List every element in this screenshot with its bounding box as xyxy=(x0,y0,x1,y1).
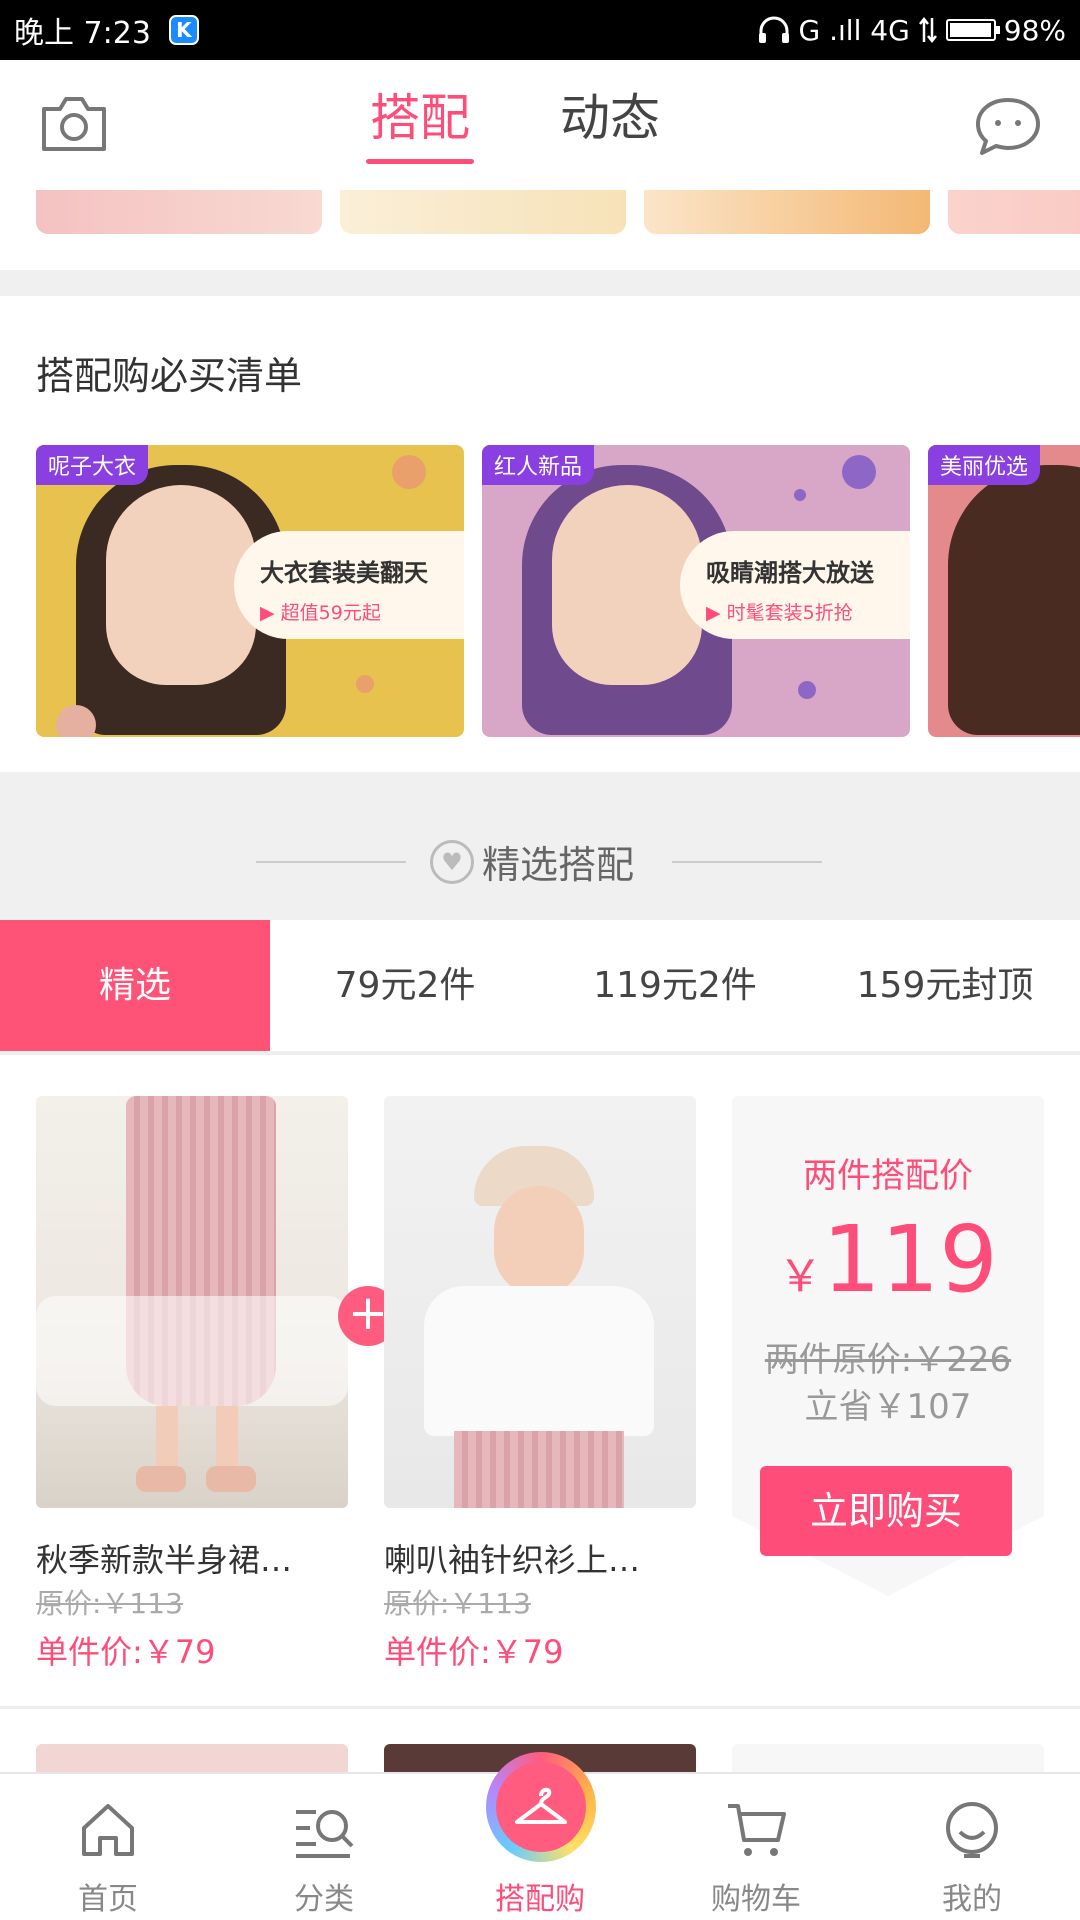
battery-icon xyxy=(945,19,1000,41)
promo-subtitle: 时髦套装5折抢 xyxy=(726,602,853,624)
promo-bubble: 吸睛潮搭大放送 ▶ 时髦套装5折抢 xyxy=(680,531,910,639)
promo-card[interactable]: 呢子大衣 大衣套装美翻天 ▶ 超值59元起 xyxy=(36,445,464,737)
banner-strip[interactable] xyxy=(0,190,1080,240)
promo-bubble: 大衣套装美翻天 ▶ 超值59元起 xyxy=(234,531,464,639)
product-original-price: 原价:￥113 xyxy=(36,1587,183,1620)
promo-headline: 吸睛潮搭大放送 xyxy=(706,559,874,587)
category-search-icon xyxy=(296,1810,354,1858)
price-filter-tabs: 精选 79元2件 119元2件 159元封顶 xyxy=(0,920,1080,1055)
buy-now-button[interactable]: 立即购买 xyxy=(760,1466,1012,1556)
banner-thumb[interactable] xyxy=(36,190,322,234)
cart-icon xyxy=(728,1804,786,1856)
promo-headline: 大衣套装美翻天 xyxy=(260,559,428,587)
product-name[interactable]: 秋季新款半身裙… xyxy=(36,1535,356,1581)
promo-card[interactable]: 红人新品 吸睛潮搭大放送 ▶ 时髦套装5折抢 xyxy=(482,445,910,737)
product-unit-price: 单件价:￥79 xyxy=(36,1633,216,1671)
battery-percent: 98% xyxy=(1003,13,1066,47)
app-notification-icon: K xyxy=(168,15,199,45)
combo-title: 两件搭配价 xyxy=(803,1156,973,1196)
nav-category[interactable]: 分类 xyxy=(216,1774,432,1920)
combo-original-price: 两件原价:￥226 xyxy=(764,1340,1012,1380)
play-icon: ▶ xyxy=(706,602,727,624)
outfit-shop-center-button[interactable] xyxy=(486,1752,596,1862)
heart-icon: ♥ xyxy=(430,839,474,884)
combo-price-card: 两件搭配价 ￥119 两件原价:￥226 立省￥107 立即购买 xyxy=(732,1096,1044,1596)
nav-cart[interactable]: 购物车 xyxy=(648,1774,864,1920)
filter-79-2[interactable]: 79元2件 xyxy=(270,920,540,1051)
filter-159-cap[interactable]: 159元封顶 xyxy=(810,920,1080,1051)
status-bar: 晚上 7:23 K G .ıll 4G 98% xyxy=(0,0,1080,60)
combo-price: 119 xyxy=(822,1206,998,1313)
row-divider xyxy=(0,1706,1080,1709)
top-navigation: 搭配 动态 xyxy=(0,60,1080,190)
section-divider xyxy=(0,270,1080,296)
tab-feed[interactable]: 动态 xyxy=(560,78,660,158)
headset-icon xyxy=(758,16,789,43)
status-time: 晚上 7:23 xyxy=(14,16,151,51)
product-unit-price: 单件价:￥79 xyxy=(384,1633,564,1671)
product-image[interactable] xyxy=(36,1744,348,1774)
nav-label: 分类 xyxy=(294,1882,354,1917)
nav-label: 购物车 xyxy=(711,1882,801,1917)
currency-symbol: ￥ xyxy=(778,1251,823,1302)
divider-line xyxy=(672,861,822,863)
divider-line xyxy=(256,861,406,863)
banner-thumb[interactable] xyxy=(644,190,930,234)
banner-thumb[interactable] xyxy=(948,190,1080,234)
featured-title: 精选搭配 xyxy=(482,843,635,887)
filter-featured[interactable]: 精选 xyxy=(0,920,270,1051)
chat-bubble-icon[interactable] xyxy=(974,96,1042,156)
promo-tag: 美丽优选 xyxy=(928,445,1041,485)
product-image[interactable] xyxy=(36,1096,348,1508)
promo-tag: 红人新品 xyxy=(482,445,595,485)
product-original-price: 原价:￥113 xyxy=(384,1587,531,1620)
promo-tag: 呢子大衣 xyxy=(36,445,149,485)
product-name[interactable]: 喇叭袖针织衫上… xyxy=(384,1535,704,1581)
data-transfer-icon xyxy=(918,16,937,44)
hanger-icon xyxy=(515,1787,567,1824)
nav-label: 首页 xyxy=(78,1882,138,1917)
nav-label: 我的 xyxy=(942,1882,1002,1917)
featured-header: ♥ 精选搭配 xyxy=(0,772,1080,920)
must-buy-title: 搭配购必买清单 xyxy=(36,354,303,398)
nav-home[interactable]: 首页 xyxy=(0,1774,216,1920)
combo-savings: 立省￥107 xyxy=(804,1387,972,1427)
promo-card[interactable]: 美丽优选 xyxy=(928,445,1080,737)
nav-profile[interactable]: 我的 xyxy=(864,1774,1080,1920)
network-indicator: G .ıll 4G xyxy=(798,13,910,47)
nav-label: 搭配购 xyxy=(495,1882,585,1917)
promo-subtitle: 超值59元起 xyxy=(280,602,381,624)
product-image[interactable] xyxy=(384,1096,696,1508)
play-icon: ▶ xyxy=(260,602,281,624)
must-buy-carousel[interactable]: 呢子大衣 大衣套装美翻天 ▶ 超值59元起 红人新品 吸睛潮搭大放送 ▶ 时髦套… xyxy=(36,445,1080,737)
profile-smile-icon xyxy=(946,1802,998,1858)
filter-119-2[interactable]: 119元2件 xyxy=(540,920,810,1051)
combo-price-card xyxy=(732,1744,1044,1774)
banner-thumb[interactable] xyxy=(340,190,626,234)
home-icon xyxy=(82,1804,134,1856)
camera-icon[interactable] xyxy=(40,93,108,153)
tab-outfit[interactable]: 搭配 xyxy=(366,78,474,164)
